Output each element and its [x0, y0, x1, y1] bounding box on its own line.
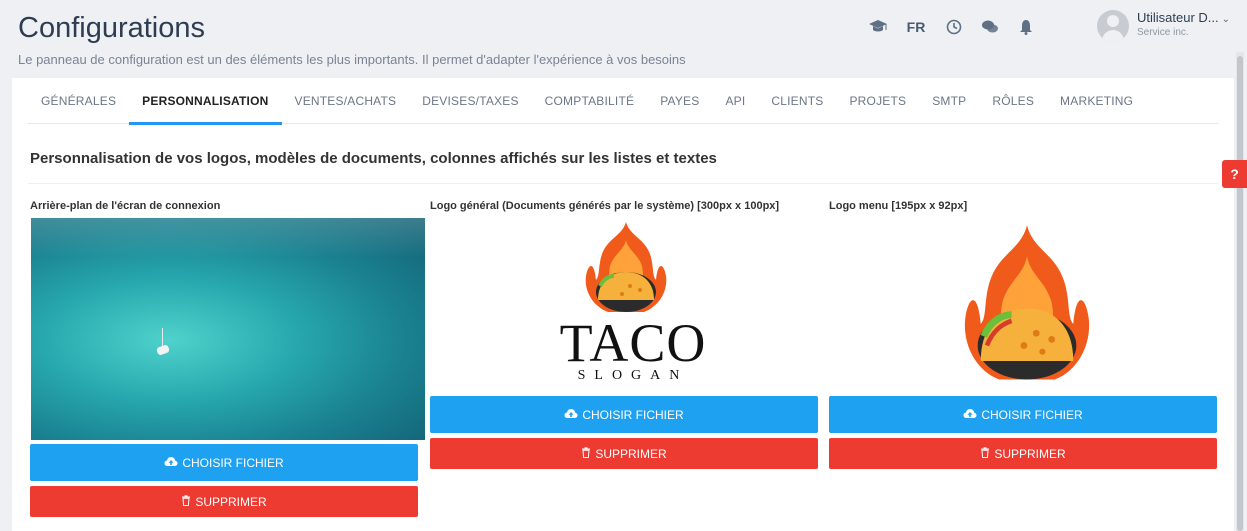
- general-logo-preview: TACO SLOGAN: [430, 218, 818, 396]
- tab-projets[interactable]: PROJETS: [836, 78, 919, 124]
- chevron-down-icon: ⌄: [1221, 14, 1231, 25]
- sailboat-icon: [155, 328, 171, 360]
- trash-icon: [581, 446, 591, 461]
- trash-icon: [980, 446, 990, 461]
- page-header: Configurations Le panneau de configurati…: [0, 0, 1247, 76]
- bell-icon[interactable]: [1008, 13, 1044, 41]
- delete-button[interactable]: SUPPRIMER: [829, 438, 1217, 469]
- choose-file-button[interactable]: CHOISIR FICHIER: [30, 444, 418, 481]
- graduation-cap-icon[interactable]: [860, 13, 896, 41]
- menu-logo-preview: [829, 218, 1217, 396]
- tab-payes[interactable]: PAYES: [647, 78, 712, 124]
- choose-file-button[interactable]: CHOISIR FICHIER: [430, 396, 818, 433]
- taco-flame-logo: [585, 222, 667, 312]
- tab-smtp[interactable]: SMTP: [919, 78, 979, 124]
- settings-tabs: GÉNÉRALES PERSONNALISATION VENTES/ACHATS…: [28, 78, 1218, 125]
- tab-roles[interactable]: RÔLES: [979, 78, 1047, 124]
- general-logo-panel: Logo général (Documents générés par le s…: [430, 200, 820, 469]
- login-background-label: Arrière-plan de l'écran de connexion: [30, 200, 221, 212]
- user-company: Service inc.: [1137, 27, 1189, 38]
- menu-logo-panel: Logo menu [195px x 92px] CHOISIR FICHIER: [829, 200, 1219, 469]
- user-menu[interactable]: Utilisateur D... ⌄ Service inc.: [1097, 10, 1230, 42]
- user-name: Utilisateur D... ⌄: [1137, 10, 1231, 25]
- help-button[interactable]: ?: [1222, 160, 1247, 188]
- delete-button[interactable]: SUPPRIMER: [30, 486, 418, 517]
- configurations-page: Configurations Le panneau de configurati…: [0, 0, 1247, 531]
- delete-button[interactable]: SUPPRIMER: [430, 438, 818, 469]
- choose-file-button[interactable]: CHOISIR FICHIER: [829, 396, 1217, 433]
- clock-icon[interactable]: [936, 13, 972, 41]
- chat-icon[interactable]: [972, 13, 1008, 41]
- tab-marketing[interactable]: MARKETING: [1047, 78, 1146, 124]
- trash-icon: [181, 494, 191, 509]
- language-selector[interactable]: FR: [896, 19, 936, 35]
- tab-clients[interactable]: CLIENTS: [758, 78, 836, 124]
- taco-flame-logo: [964, 225, 1090, 380]
- avatar: [1097, 10, 1129, 42]
- divider: [28, 183, 1218, 184]
- section-title: Personnalisation de vos logos, modèles d…: [30, 150, 717, 167]
- scrollbar-thumb[interactable]: [1237, 56, 1243, 531]
- cloud-upload-icon: [564, 408, 578, 422]
- top-actions: FR: [860, 12, 1044, 42]
- page-title: Configurations: [18, 12, 205, 44]
- page-subtitle: Le panneau de configuration est un des é…: [18, 52, 686, 67]
- taco-logo-text: TACO: [559, 313, 707, 373]
- cloud-upload-icon: [963, 408, 977, 422]
- tab-api[interactable]: API: [712, 78, 758, 124]
- general-logo-label: Logo général (Documents générés par le s…: [430, 200, 780, 212]
- taco-logo-slogan: SLOGAN: [577, 368, 689, 383]
- menu-logo-label: Logo menu [195px x 92px]: [829, 200, 968, 212]
- tab-generales[interactable]: GÉNÉRALES: [28, 78, 129, 124]
- tab-ventes-achats[interactable]: VENTES/ACHATS: [282, 78, 410, 124]
- settings-card: GÉNÉRALES PERSONNALISATION VENTES/ACHATS…: [12, 78, 1234, 531]
- cloud-upload-icon: [164, 456, 178, 470]
- login-background-image: [31, 218, 425, 440]
- tab-personnalisation[interactable]: PERSONNALISATION: [129, 78, 282, 125]
- tab-comptabilite[interactable]: COMPTABILITÉ: [532, 78, 648, 124]
- tab-devises-taxes[interactable]: DEVISES/TAXES: [409, 78, 531, 124]
- login-background-panel: Arrière-plan de l'écran de connexion CHO…: [30, 200, 425, 517]
